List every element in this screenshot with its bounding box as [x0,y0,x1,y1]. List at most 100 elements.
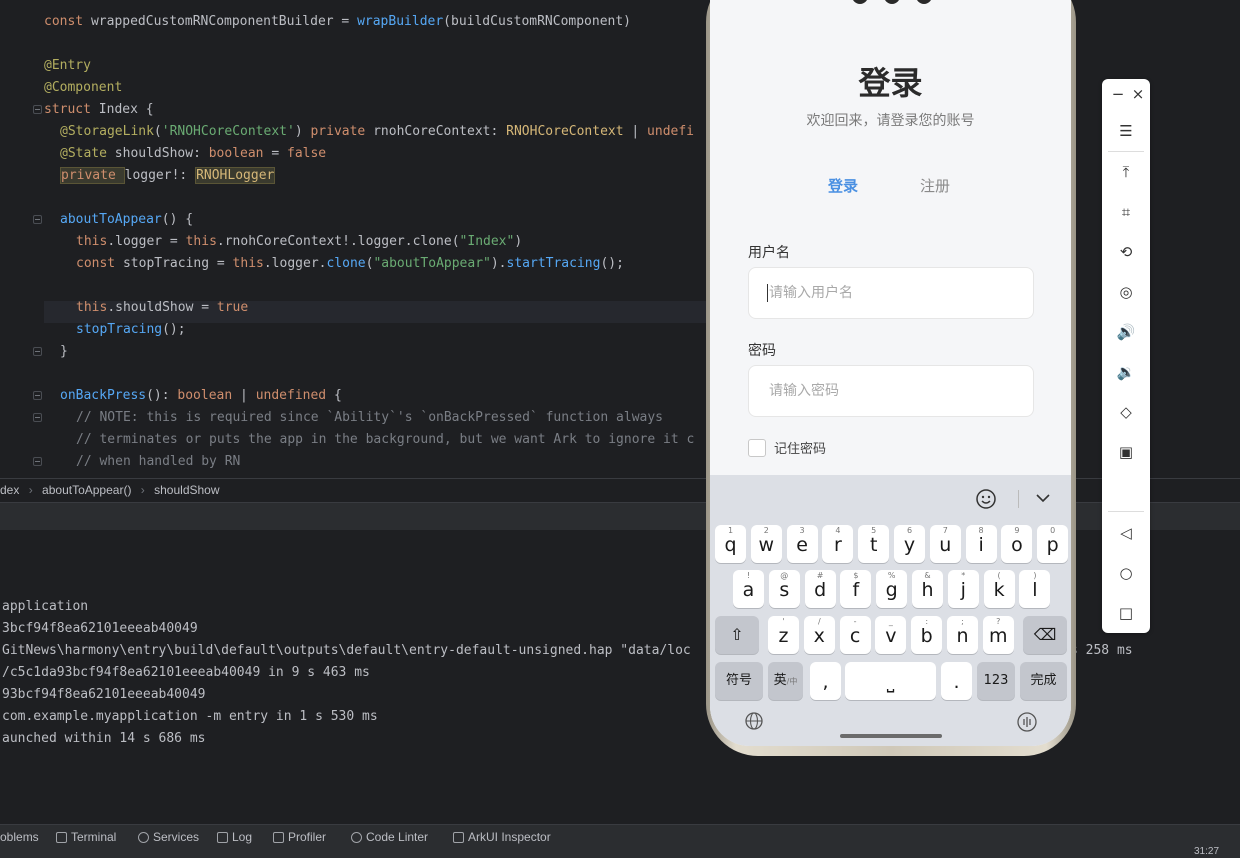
home-icon[interactable]: ○ [1114,561,1138,585]
tool-profiler[interactable]: Profiler [273,829,326,845]
key-p[interactable]: 0p [1037,525,1069,563]
volume-up-icon[interactable]: 🔊 [1114,320,1138,344]
code-line: this.shouldShow = true [76,300,249,315]
breadcrumb-item[interactable]: dex [0,483,19,497]
tool-problems[interactable]: oblems [0,829,39,845]
password-label: 密码 [748,343,776,359]
remember-password[interactable]: 记住密码 [748,438,826,457]
tool-window-bar: oblems Terminal Services Log Profiler Co… [0,824,1240,848]
key-k[interactable]: (k [983,570,1015,608]
code-line: } [60,344,68,359]
recents-icon[interactable]: □ [1114,601,1138,625]
code-line: const wrappedCustomRNComponentBuilder = … [44,14,632,29]
device-settings-icon[interactable]: ▣ [1114,440,1138,464]
key-b[interactable]: :b [911,616,943,654]
tool-label: Profiler [288,830,327,844]
fold-toggle-icon[interactable] [33,105,42,114]
tab-login[interactable]: 登录 [828,175,858,196]
fold-toggle-icon[interactable] [33,457,42,466]
microphone-icon[interactable] [1017,712,1037,732]
fold-toggle-icon[interactable] [33,215,42,224]
home-indicator[interactable] [840,734,942,738]
breadcrumb-item[interactable]: shouldShow [154,483,219,497]
key-u[interactable]: 7u [929,525,961,563]
password-input[interactable]: 请输入密码 [748,365,1034,417]
key-i[interactable]: 8i [965,525,997,563]
key-v[interactable]: _ v [875,616,907,654]
key-d[interactable]: # d [804,570,836,608]
back-icon[interactable]: ◁ [1114,521,1138,545]
console-line: aunched within 14 s 686 ms [2,731,206,746]
key-g[interactable]: % g [876,570,908,608]
numbers-key[interactable]: 123 [977,662,1015,700]
volume-down-icon[interactable]: 🔉 [1114,360,1138,384]
remember-checkbox[interactable] [748,438,766,457]
status-time: 31:27 [1194,846,1220,857]
key-n[interactable]: ; n [947,616,978,654]
rotate-icon[interactable]: ⟲ [1114,240,1138,264]
code-line: onBackPress(): boolean | undefined { [60,388,342,403]
chevron-right-icon: › [28,483,33,497]
key-y[interactable]: 6y [894,525,925,563]
text-caret [767,284,768,302]
screenshot-icon[interactable]: ◎ [1114,280,1138,304]
globe-icon[interactable] [745,712,763,730]
menu-icon[interactable]: ☰ [1114,119,1138,143]
phone-screen[interactable]: 登录 欢迎回来，请登录您的账号 登录 注册 用户名 请输入用户名 密码 请输入密… [710,0,1071,746]
tool-code-linter[interactable]: Code Linter [351,829,428,845]
key-o[interactable]: 9o [1001,525,1033,563]
backspace-icon[interactable]: ⌫ [1023,616,1067,654]
tab-register[interactable]: 注册 [920,175,950,196]
key-z[interactable]: ' z [768,616,799,654]
fold-toggle-icon[interactable] [33,413,42,422]
key-l[interactable]: ) l [1019,570,1051,608]
key-m[interactable]: ? m [982,616,1014,654]
done-key[interactable]: 完成 [1020,662,1067,700]
key-w[interactable]: 2w [750,525,782,563]
shift-icon[interactable]: ⇧ [715,616,759,654]
space-key[interactable]: ⎵ [845,662,936,700]
key-r[interactable]: 4r [822,525,854,563]
tool-terminal[interactable]: Terminal [56,829,116,845]
tool-label: oblems [0,830,39,844]
fold-toggle-icon[interactable] [33,391,42,400]
password-placeholder: 请输入密码 [769,383,839,399]
username-placeholder: 请输入用户名 [769,285,853,301]
key-f[interactable]: $ f [840,570,872,608]
key-a[interactable]: ! a [733,570,764,608]
key-x[interactable]: / x [803,616,835,654]
pin-top-icon[interactable]: ⤒ [1114,160,1138,184]
key-h[interactable]: & h [912,570,943,608]
camera-icon [852,0,932,4]
lang-switch-key[interactable]: 英/中 [768,662,803,700]
code-line: const stopTracing = this.logger.clone("a… [76,256,624,271]
tool-label: Services [153,830,200,844]
tool-label: Code Linter [366,830,429,844]
soft-keyboard[interactable]: 1 q 2 w 3 e 4 r 5 t 6 y 7 u 8 i 9 o 0 p ! a @ s # d $ f% g & h * j(k) l ' z… [710,475,1071,746]
console-line: application [2,599,89,614]
tool-arkui-inspector[interactable]: ArkUI Inspector [453,829,551,845]
code-line: // when handled by RN [76,454,241,469]
tool-services[interactable]: Services [138,829,199,845]
console-line: /c5c1da93bcf94f8ea62101eeeab40049 in 9 s… [2,665,370,680]
key-e[interactable]: 3e [786,525,818,563]
key-s[interactable]: @ s [768,570,800,608]
key-t[interactable]: 5t [858,525,890,563]
comma-key[interactable]: , [810,662,841,700]
profiler-icon [273,831,284,843]
tool-log[interactable]: Log [217,829,252,845]
code-line: @State shouldShow: boolean = false [60,146,327,161]
code-line: @Entry [44,58,91,73]
symbols-key[interactable]: 符号 [715,662,763,700]
period-key[interactable]: . [941,662,972,700]
close-icon[interactable]: × [1126,82,1150,106]
key-q[interactable]: 1q [715,525,746,563]
crop-icon[interactable]: ⌗ [1114,200,1138,224]
key-j[interactable]: * j [947,570,979,608]
fold-toggle-icon[interactable] [33,347,42,356]
key-c[interactable]: -c [839,616,871,654]
fold-icon[interactable]: ◇ [1114,400,1138,424]
breadcrumb-item[interactable]: aboutToAppear() [42,483,131,497]
chevron-down-icon[interactable] [1036,493,1050,503]
emoji-icon[interactable] [976,489,996,509]
